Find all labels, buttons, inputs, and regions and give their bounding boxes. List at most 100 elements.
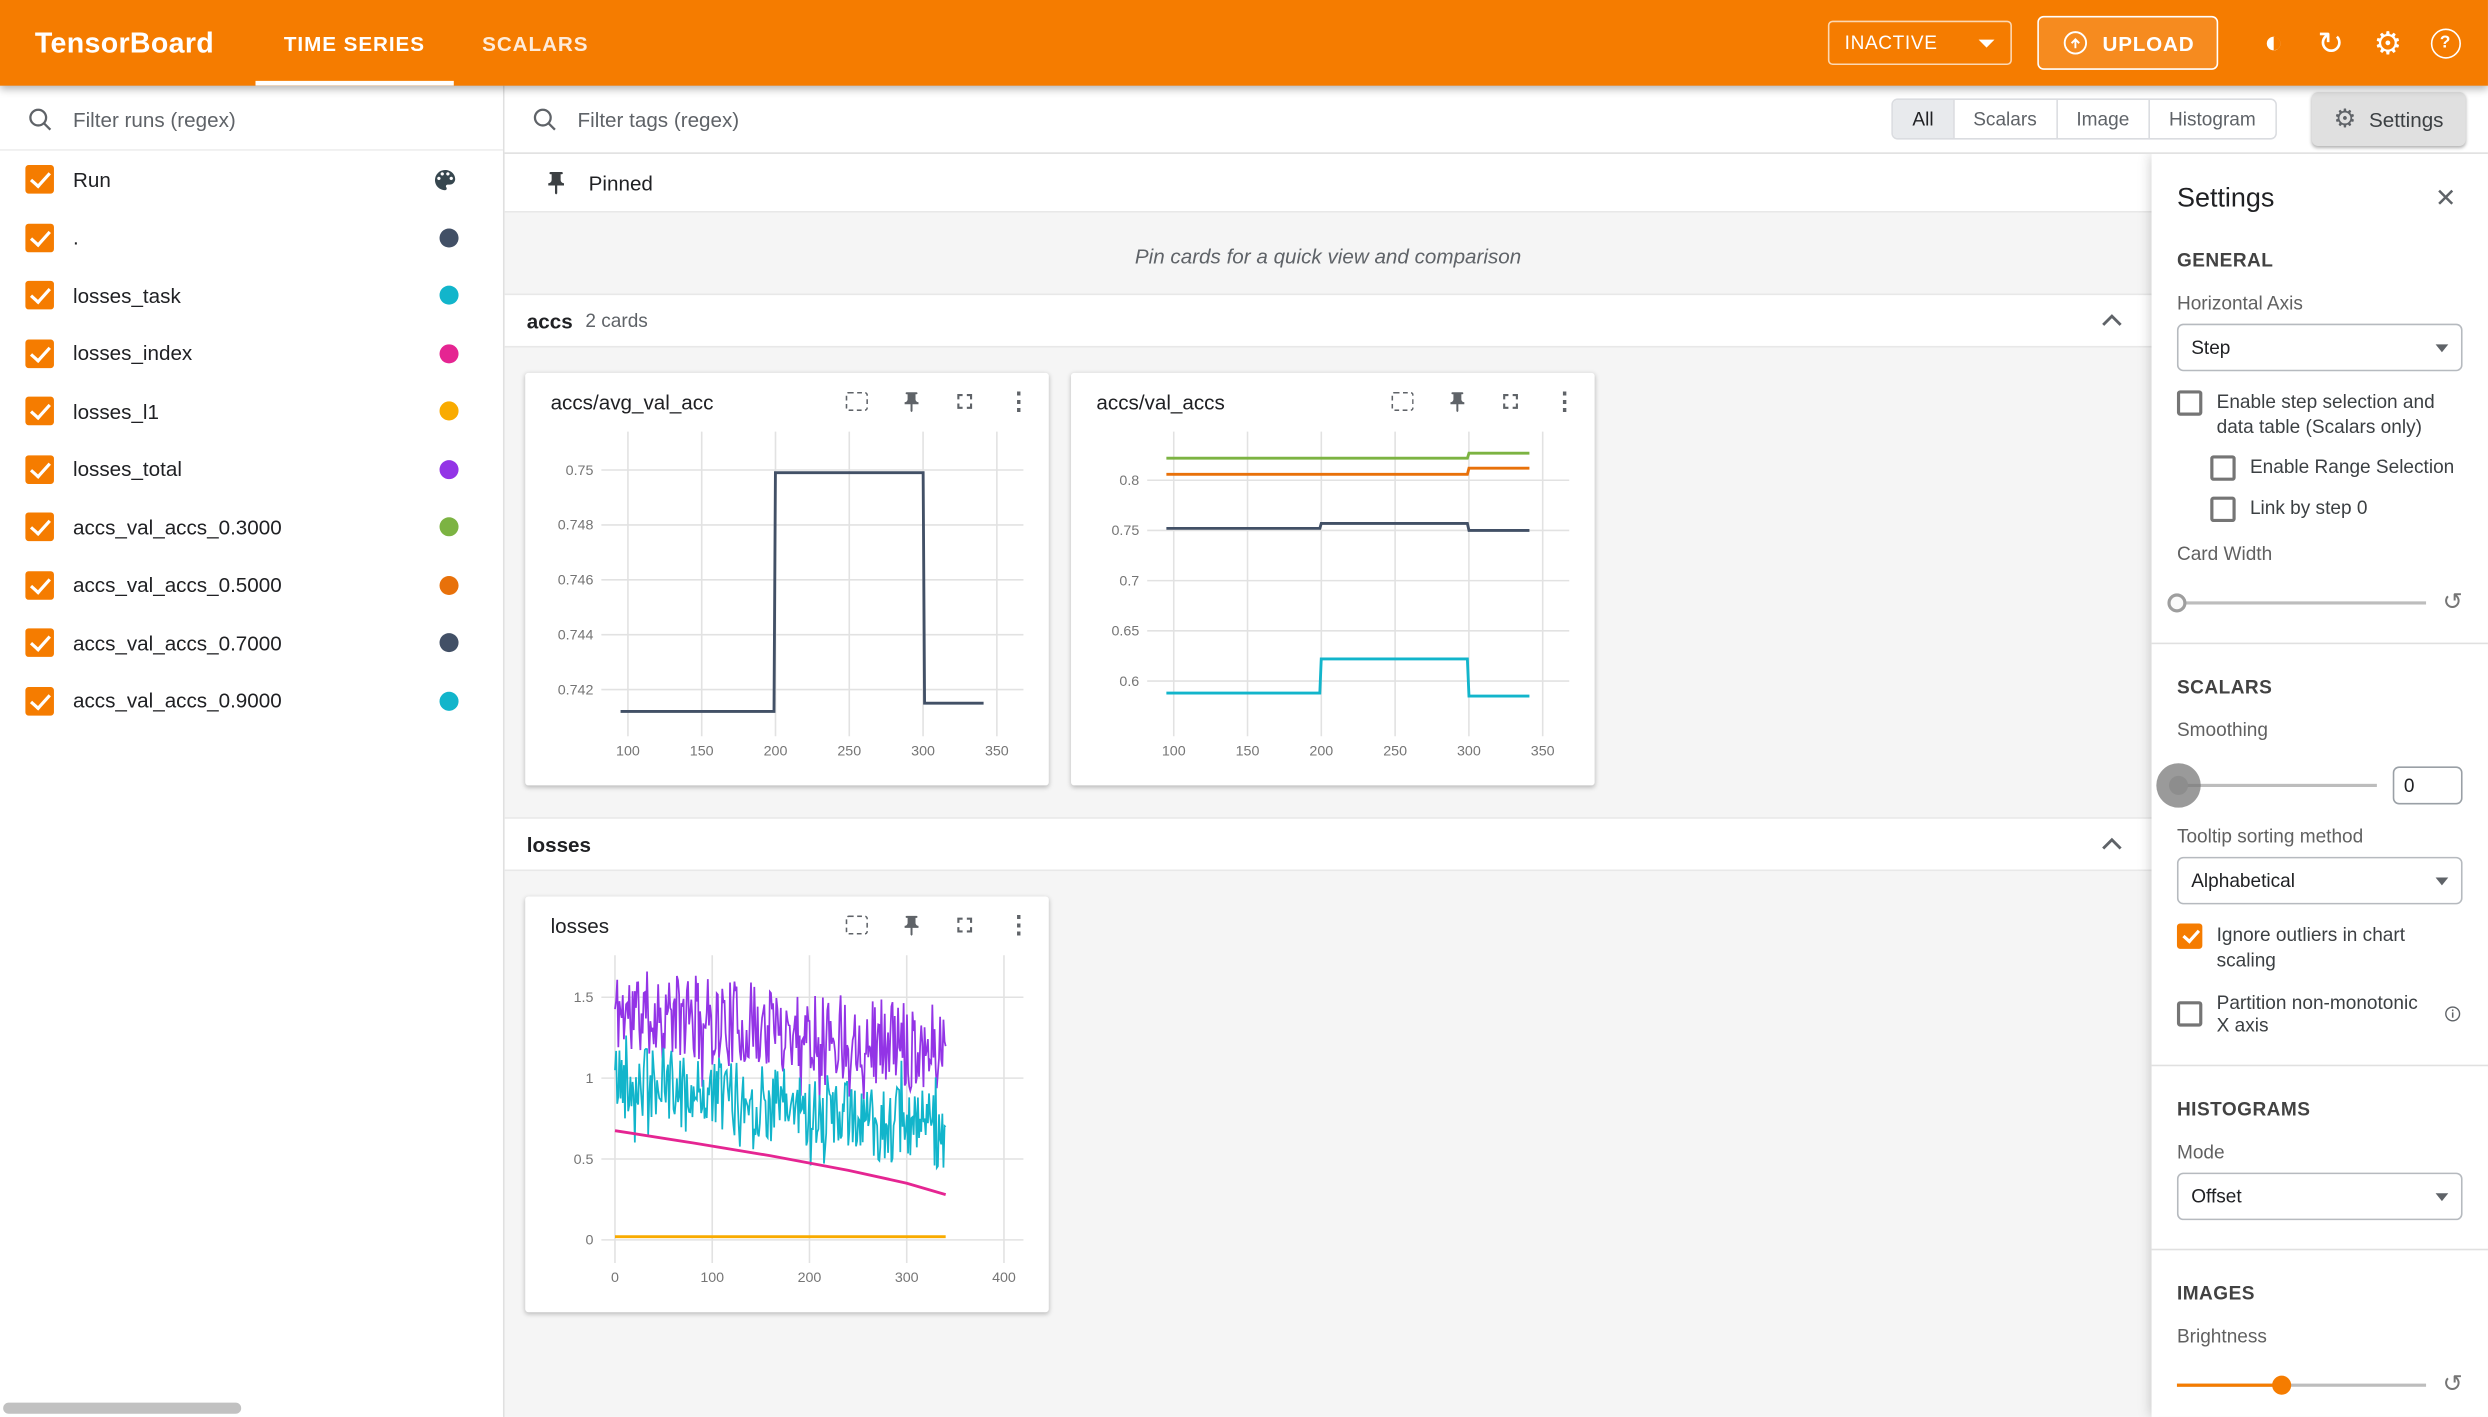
chevron-up-icon[interactable]	[2094, 827, 2129, 862]
ignore-outliers-checkbox-row[interactable]: Ignore outliers in chart scaling	[2177, 924, 2463, 973]
section-card-count: 2 cards	[585, 309, 647, 331]
svg-text:0.8: 0.8	[1119, 473, 1139, 489]
tab-scalars[interactable]: SCALARS	[454, 0, 618, 86]
run-checkbox[interactable]	[25, 339, 54, 368]
svg-text:1.5: 1.5	[574, 990, 594, 1006]
fit-domain-icon[interactable]	[843, 387, 872, 416]
more-options-icon[interactable]: ⋮	[1004, 911, 1033, 940]
svg-text:150: 150	[1236, 743, 1260, 759]
pin-icon[interactable]	[896, 387, 925, 416]
gear-icon[interactable]: ⚙	[2361, 16, 2415, 70]
run-checkbox[interactable]	[25, 629, 54, 658]
run-checkbox[interactable]	[25, 223, 54, 252]
step-selection-checkbox-row[interactable]: Enable step selection and data table (Sc…	[2177, 390, 2463, 439]
run-row[interactable]: losses_task	[0, 267, 503, 325]
tags-toolbar: All Scalars Image Histogram ⚙ Settings	[505, 86, 2488, 154]
horizontal-axis-select[interactable]: Step	[2177, 324, 2463, 372]
tab-time-series[interactable]: TIME SERIES	[255, 0, 453, 86]
partition-checkbox[interactable]	[2177, 1002, 2202, 1027]
palette-icon[interactable]	[432, 166, 459, 193]
filter-chip-all[interactable]: All	[1893, 100, 1954, 138]
line-chart[interactable]: 00.511.50100200300400	[538, 946, 1036, 1300]
smoothing-value-input[interactable]	[2393, 767, 2463, 805]
scrollbar-thumb[interactable]	[3, 1403, 241, 1414]
runs-filter-input[interactable]	[70, 106, 478, 133]
chevron-up-icon[interactable]	[2094, 303, 2129, 338]
partition-checkbox-row[interactable]: Partition non-monotonic X axis	[2177, 992, 2463, 1036]
section-header-losses[interactable]: losses	[505, 817, 2152, 871]
fullscreen-icon[interactable]	[950, 387, 979, 416]
svg-text:300: 300	[895, 1270, 919, 1286]
fit-domain-icon[interactable]	[1388, 387, 1417, 416]
settings-button[interactable]: ⚙ Settings	[2311, 92, 2465, 146]
help-icon[interactable]: ?	[2418, 16, 2472, 70]
reset-icon[interactable]: ↺	[2443, 591, 2463, 615]
run-row[interactable]: .	[0, 209, 503, 267]
link-by-step-checkbox[interactable]	[2210, 497, 2235, 522]
tensorboard-app: TensorBoard TIME SERIES SCALARS INACTIVE…	[0, 0, 2488, 1417]
reset-icon[interactable]: ↺	[2443, 1373, 2463, 1397]
run-row[interactable]: losses_total	[0, 440, 503, 498]
card-width-label: Card Width	[2177, 543, 2463, 565]
more-options-icon[interactable]: ⋮	[1550, 387, 1579, 416]
brightness-slider[interactable]	[2177, 1383, 2427, 1386]
run-row[interactable]: accs_val_accs_0.7000	[0, 614, 503, 672]
svg-text:300: 300	[911, 743, 935, 759]
theme-toggle-icon[interactable]: ◐	[2247, 16, 2301, 70]
line-chart[interactable]: 0.60.650.70.750.8100150200250300350	[1084, 422, 1582, 773]
section-header-accs[interactable]: accs 2 cards	[505, 294, 2152, 348]
range-selection-checkbox[interactable]	[2210, 456, 2235, 481]
run-color-dot	[440, 402, 459, 421]
step-selection-label: Enable step selection and data table (Sc…	[2217, 390, 2463, 439]
accs-cards-row: accs/avg_val_acc ⋮ 0.7420.7440.7460.7480…	[505, 347, 2152, 817]
histogram-mode-select[interactable]: Offset	[2177, 1173, 2463, 1221]
close-icon[interactable]: ✕	[2429, 179, 2463, 217]
filter-chip-histogram[interactable]: Histogram	[2150, 100, 2275, 138]
svg-text:0: 0	[585, 1233, 593, 1249]
filter-chip-scalars[interactable]: Scalars	[1954, 100, 2057, 138]
card-width-slider[interactable]	[2177, 601, 2427, 604]
pin-icon[interactable]	[1442, 387, 1471, 416]
run-checkbox[interactable]	[25, 687, 54, 716]
run-checkbox[interactable]	[25, 281, 54, 310]
filter-chip-image[interactable]: Image	[2057, 100, 2150, 138]
fullscreen-icon[interactable]	[950, 911, 979, 940]
ignore-outliers-checkbox[interactable]	[2177, 924, 2202, 949]
link-by-step-checkbox-row[interactable]: Link by step 0	[2210, 497, 2462, 522]
card-toolbar: ⋮	[1388, 387, 1578, 416]
fit-domain-icon[interactable]	[843, 911, 872, 940]
run-row[interactable]: accs_val_accs_0.3000	[0, 498, 503, 556]
range-selection-checkbox-row[interactable]: Enable Range Selection	[2210, 456, 2462, 481]
pin-icon[interactable]	[896, 911, 925, 940]
tags-filter-input[interactable]	[574, 106, 1532, 133]
run-row[interactable]: Run	[0, 151, 503, 209]
sidebar-horizontal-scrollbar[interactable]	[3, 1403, 500, 1414]
upload-button[interactable]: UPLOAD	[2037, 16, 2218, 70]
scalars-heading: SCALARS	[2177, 676, 2463, 698]
run-checkbox[interactable]	[25, 455, 54, 484]
scalar-card: accs/avg_val_acc ⋮ 0.7420.7440.7460.7480…	[525, 373, 1049, 786]
slider-thumb[interactable]	[2167, 593, 2186, 612]
run-checkbox[interactable]	[25, 165, 54, 194]
run-checkbox[interactable]	[25, 397, 54, 426]
run-row[interactable]: accs_val_accs_0.5000	[0, 556, 503, 614]
tooltip-sorting-select[interactable]: Alphabetical	[2177, 857, 2463, 905]
run-row[interactable]: losses_l1	[0, 382, 503, 440]
run-status-dropdown[interactable]: INACTIVE	[1827, 21, 2012, 65]
refresh-icon[interactable]: ↻	[2304, 16, 2358, 70]
step-selection-checkbox[interactable]	[2177, 390, 2202, 415]
run-checkbox[interactable]	[25, 571, 54, 600]
line-chart[interactable]: 0.7420.7440.7460.7480.751001502002503003…	[538, 422, 1036, 773]
fullscreen-icon[interactable]	[1496, 387, 1525, 416]
slider-thumb[interactable]	[2272, 1375, 2291, 1394]
histograms-heading: HISTOGRAMS	[2177, 1099, 2463, 1121]
upload-icon	[2061, 29, 2090, 58]
smoothing-slider[interactable]	[2177, 784, 2377, 787]
run-row[interactable]: losses_index	[0, 324, 503, 382]
info-icon	[2444, 1003, 2462, 1025]
histogram-mode-label: Mode	[2177, 1141, 2463, 1163]
more-options-icon[interactable]: ⋮	[1004, 387, 1033, 416]
smoothing-slider-thumb[interactable]	[2156, 764, 2200, 808]
run-row[interactable]: accs_val_accs_0.9000	[0, 672, 503, 730]
run-checkbox[interactable]	[25, 513, 54, 542]
